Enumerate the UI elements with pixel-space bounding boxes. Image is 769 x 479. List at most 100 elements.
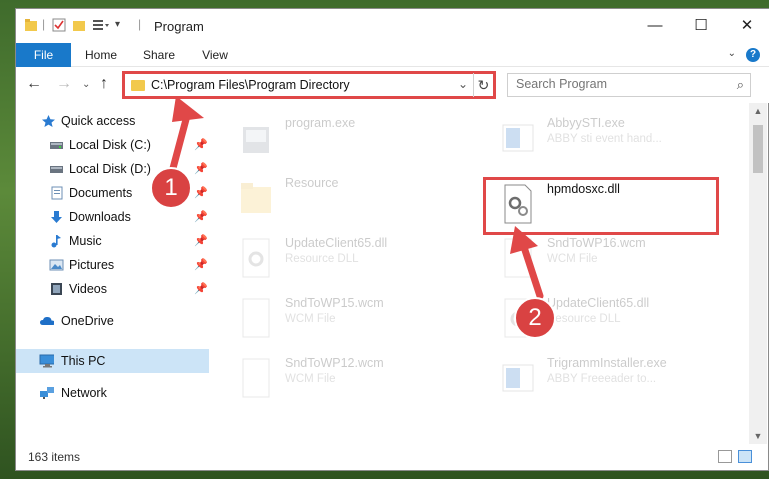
exe-icon	[243, 127, 269, 153]
details-view-icon[interactable]	[718, 450, 732, 463]
drive-icon	[50, 142, 63, 149]
tab-view[interactable]: View	[192, 43, 238, 67]
tab-file[interactable]: File	[16, 43, 71, 67]
file-item[interactable]: AbbyySTI.exe ABBY sti event hand...	[491, 113, 731, 169]
file-item[interactable]: Resource	[229, 173, 469, 229]
tab-home[interactable]: Home	[76, 43, 126, 67]
qa-dropdown-icon[interactable]: ▾	[115, 19, 120, 30]
file-name: SndToWP12.wcm	[285, 356, 384, 370]
file-name: UpdateClient65.dll	[547, 296, 650, 310]
dll-icon	[242, 238, 270, 278]
sidebar-item-this-pc[interactable]: This PC	[16, 349, 209, 373]
pin-icon[interactable]: 📌	[194, 186, 208, 199]
navigation-pane: Quick access Local Disk (C:) 📌 Local Dis…	[16, 103, 211, 444]
search-icon: ⌕	[736, 77, 744, 92]
search-box[interactable]: ⌕	[507, 73, 751, 97]
sidebar-item-label: This PC	[61, 354, 106, 368]
chevron-down-icon[interactable]: ⌄	[458, 77, 468, 91]
sidebar-item-videos[interactable]: Videos 📌	[16, 277, 209, 301]
file-name: program.exe	[285, 116, 356, 130]
folder-icon[interactable]	[24, 18, 38, 32]
new-folder-icon[interactable]	[72, 18, 86, 32]
item-count: 163 items	[28, 450, 81, 464]
callout-step-2: 2	[514, 297, 556, 339]
pin-icon[interactable]: 📌	[194, 210, 208, 223]
callout-step-1: 1	[150, 167, 192, 209]
back-arrow-icon[interactable]: ←	[26, 75, 42, 93]
sidebar-item-label: Local Disk (D:)	[69, 162, 151, 176]
documents-icon	[51, 186, 63, 200]
sidebar-item-label: Documents	[69, 186, 133, 200]
exe-icon	[502, 124, 534, 152]
file-type: WCM File	[285, 313, 336, 325]
scroll-up-icon[interactable]: ▲	[749, 103, 767, 119]
pin-icon[interactable]: 📌	[194, 162, 208, 175]
tab-share[interactable]: Share	[134, 43, 184, 67]
address-bar[interactable]: C:\Program Files\Program Directory ⌄ ↻	[122, 71, 496, 99]
scroll-down-icon[interactable]: ▼	[749, 428, 767, 444]
file-item[interactable]: program.exe	[229, 113, 469, 169]
file-item[interactable]: SndToWP15.wcm WCM File	[229, 293, 469, 349]
file-item[interactable]: TrigrammInstaller.exe ABBY Freeeader to.…	[491, 353, 731, 409]
close-button[interactable]: ✕	[724, 9, 769, 43]
drive-icon	[50, 166, 63, 173]
download-icon	[51, 211, 62, 223]
sidebar-item-quick-access[interactable]: Quick access	[16, 109, 209, 133]
file-type: WCM File	[547, 253, 598, 265]
sidebar-item-label: Downloads	[69, 210, 131, 224]
search-input[interactable]	[516, 77, 716, 91]
separator: |	[138, 17, 142, 31]
sidebar-item-label: Quick access	[61, 114, 136, 128]
forward-arrow-icon[interactable]: →	[56, 75, 72, 93]
folder-icon	[241, 183, 271, 213]
pictures-icon	[49, 259, 64, 271]
pin-icon[interactable]: 📌	[194, 258, 208, 271]
sidebar-item-pictures[interactable]: Pictures 📌	[16, 253, 209, 277]
file-item[interactable]: SndToWP16.wcm WCM File	[491, 233, 731, 289]
file-icon	[242, 298, 270, 338]
customize-icon[interactable]	[92, 18, 110, 32]
sidebar-item-label: Videos	[69, 282, 107, 296]
file-list: program.exe Resource UpdateClient65.dll …	[211, 103, 749, 444]
properties-icon[interactable]	[52, 18, 66, 32]
file-type: Resource DLL	[285, 253, 359, 265]
star-icon	[42, 115, 55, 127]
scroll-thumb[interactable]	[753, 125, 763, 173]
folder-icon	[131, 80, 145, 91]
sidebar-item-local-disk-c[interactable]: Local Disk (C:) 📌	[16, 133, 209, 157]
file-type: ABBY Freeeader to...	[547, 373, 657, 385]
sidebar-item-label: OneDrive	[61, 314, 114, 328]
file-name: SndToWP16.wcm	[547, 236, 646, 250]
file-name: TrigrammInstaller.exe	[547, 356, 667, 370]
pin-icon[interactable]: 📌	[194, 234, 208, 247]
sidebar-item-label: Network	[61, 386, 107, 400]
status-bar: 163 items	[16, 444, 768, 470]
refresh-icon[interactable]: ↻	[473, 73, 493, 97]
sidebar-item-network[interactable]: Network	[16, 381, 209, 405]
ribbon-tabs: File Home Share View ⌄ ?	[16, 43, 769, 67]
help-icon[interactable]: ?	[746, 48, 760, 62]
up-arrow-icon[interactable]: ↑	[100, 75, 108, 93]
file-type: WCM File	[285, 373, 336, 385]
music-icon	[51, 235, 61, 248]
sidebar-item-label: Music	[69, 234, 102, 248]
sidebar-item-music[interactable]: Music 📌	[16, 229, 209, 253]
sidebar-item-onedrive[interactable]: OneDrive	[16, 309, 209, 333]
computer-icon	[39, 354, 54, 368]
expand-ribbon-icon[interactable]: ⌄	[728, 48, 736, 59]
recent-locations-icon[interactable]: ⌄	[82, 79, 90, 90]
pin-icon[interactable]: 📌	[194, 138, 208, 151]
pin-icon[interactable]: 📌	[194, 282, 208, 295]
file-icon	[242, 358, 270, 398]
file-item[interactable]: SndToWP12.wcm WCM File	[229, 353, 469, 409]
file-item[interactable]: UpdateClient65.dll Resource DLL	[229, 233, 469, 289]
vertical-scrollbar[interactable]: ▲ ▼	[749, 103, 767, 444]
large-icons-view-icon[interactable]	[738, 450, 752, 463]
sidebar-item-downloads[interactable]: Downloads 📌	[16, 205, 209, 229]
explorer-window: | ▾ | Program — ☐ ✕ File Home Share View…	[15, 8, 769, 471]
maximize-button[interactable]: ☐	[678, 9, 724, 43]
minimize-button[interactable]: —	[632, 9, 678, 43]
file-type: ABBY sti event hand...	[547, 133, 662, 145]
network-icon	[40, 387, 54, 399]
videos-icon	[51, 283, 62, 295]
